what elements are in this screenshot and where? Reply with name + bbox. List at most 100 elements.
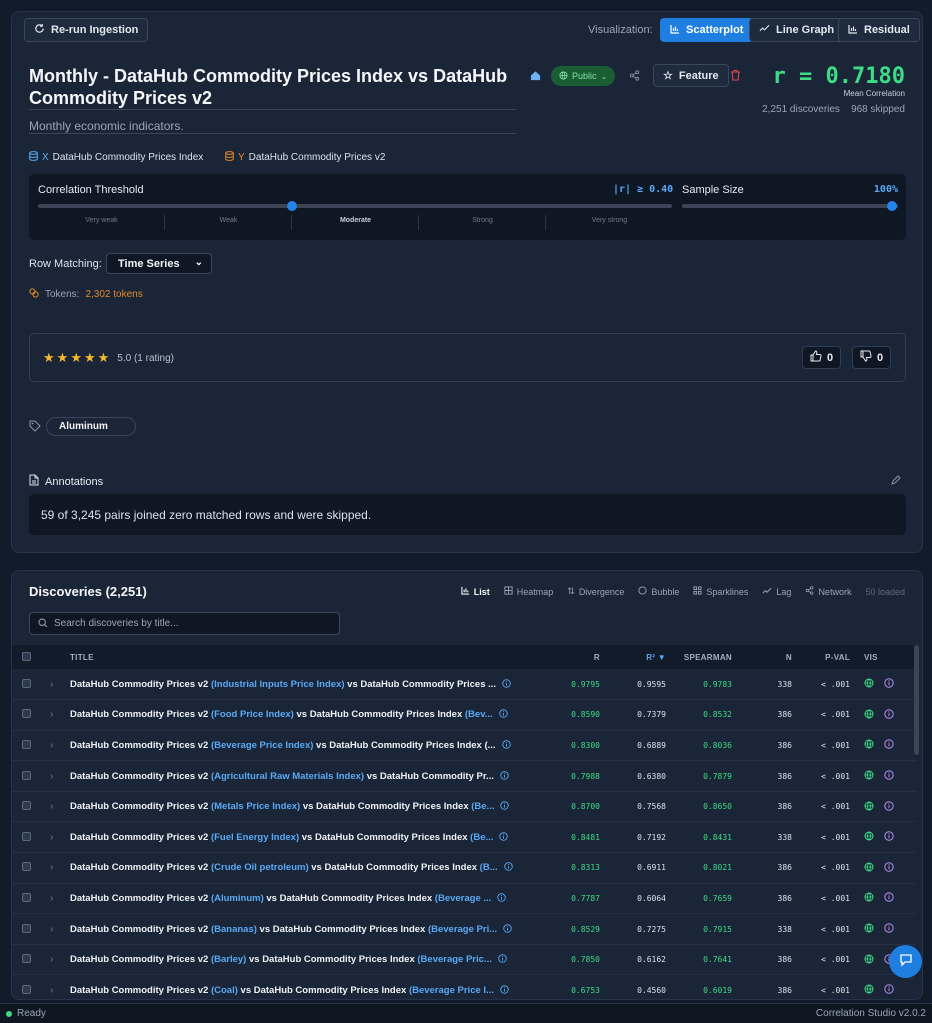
table-row[interactable]: › DataHub Commodity Prices v2 (Crude Oil …	[12, 853, 916, 884]
globe-icon[interactable]	[864, 739, 874, 751]
chevron-right-icon[interactable]: ›	[50, 740, 53, 751]
info-icon[interactable]	[498, 709, 508, 720]
table-row[interactable]: › DataHub Commodity Prices v2 (Barley) vs…	[12, 944, 916, 975]
info-icon[interactable]	[499, 832, 509, 843]
details-icon[interactable]	[884, 800, 894, 813]
info-icon[interactable]	[503, 862, 513, 873]
table-row[interactable]: › DataHub Commodity Prices v2 (Coal) vs D…	[12, 975, 916, 999]
edit-icon[interactable]	[891, 474, 901, 488]
row-title[interactable]: DataHub Commodity Prices v2 (Coal) vs Da…	[70, 985, 494, 996]
details-icon[interactable]	[884, 862, 894, 874]
table-row[interactable]: › DataHub Commodity Prices v2 (Food Price…	[12, 700, 916, 731]
chevron-right-icon[interactable]: ›	[50, 771, 53, 782]
select-all-checkbox[interactable]	[22, 651, 31, 661]
globe-icon[interactable]	[864, 709, 874, 721]
info-icon[interactable]	[501, 740, 511, 751]
col-r2[interactable]: R² ▼	[600, 645, 666, 669]
thumbs-down-button[interactable]: 0	[852, 346, 892, 369]
row-title[interactable]: DataHub Commodity Prices v2 (Fuel Energy…	[70, 832, 493, 843]
details-icon[interactable]	[884, 923, 894, 935]
view-sparklines[interactable]: Sparklines	[693, 586, 748, 597]
row-checkbox[interactable]	[22, 862, 31, 872]
globe-icon[interactable]	[864, 923, 874, 935]
chevron-right-icon[interactable]: ›	[50, 924, 53, 935]
info-icon[interactable]	[502, 678, 511, 690]
view-lag[interactable]: Lag	[762, 587, 791, 597]
chat-button[interactable]	[889, 945, 922, 978]
row-checkbox[interactable]	[22, 801, 31, 811]
star-icon[interactable]: ★	[43, 350, 55, 366]
col-title[interactable]: TITLE	[70, 645, 530, 669]
row-title[interactable]: DataHub Commodity Prices v2 (Aluminum) v…	[70, 893, 491, 904]
info-icon[interactable]	[497, 893, 507, 904]
star-icon[interactable]: ★	[84, 350, 96, 366]
details-icon[interactable]	[884, 831, 894, 843]
row-checkbox[interactable]	[22, 984, 31, 994]
row-checkbox[interactable]	[22, 678, 31, 688]
info-icon[interactable]	[500, 801, 510, 812]
row-title[interactable]: DataHub Commodity Prices v2 (Food Price …	[70, 709, 493, 720]
info-icon[interactable]	[498, 954, 507, 965]
trash-icon[interactable]	[730, 69, 741, 84]
info-icon[interactable]	[500, 985, 509, 996]
col-vis[interactable]: VIS	[850, 645, 916, 669]
row-title[interactable]: DataHub Commodity Prices v2 (Beverage Pr…	[70, 740, 496, 751]
visibility-dropdown[interactable]: Public ⌄	[551, 66, 616, 86]
table-scrollbar[interactable]	[914, 645, 919, 755]
globe-icon[interactable]	[864, 954, 874, 966]
chevron-right-icon[interactable]: ›	[50, 709, 53, 720]
residual-button[interactable]: Residual	[838, 18, 920, 42]
row-title[interactable]: DataHub Commodity Prices v2 (Barley) vs …	[70, 954, 492, 965]
scatterplot-button[interactable]: Scatterplot	[660, 18, 754, 42]
sample-size-slider-handle[interactable]	[887, 201, 897, 211]
table-row[interactable]: › DataHub Commodity Prices v2 (Aluminum) …	[12, 883, 916, 914]
table-row[interactable]: › DataHub Commodity Prices v2 (Fuel Energ…	[12, 822, 916, 853]
globe-icon[interactable]	[864, 892, 874, 904]
details-icon[interactable]	[884, 709, 894, 721]
chevron-right-icon[interactable]: ›	[50, 985, 53, 996]
col-r[interactable]: R	[530, 645, 600, 669]
view-list[interactable]: List	[461, 586, 490, 597]
table-row[interactable]: › DataHub Commodity Prices v2 (Beverage P…	[12, 730, 916, 761]
rerun-ingestion-button[interactable]: Re-run Ingestion	[24, 18, 149, 42]
view-bubble[interactable]: Bubble	[638, 586, 679, 597]
row-checkbox[interactable]	[22, 892, 31, 902]
info-icon[interactable]	[503, 923, 512, 935]
view-heatmap[interactable]: Heatmap	[504, 586, 553, 597]
row-checkbox[interactable]	[22, 923, 31, 933]
row-checkbox[interactable]	[22, 739, 31, 749]
details-icon[interactable]	[884, 984, 894, 996]
threshold-slider-handle[interactable]	[286, 201, 297, 211]
chevron-right-icon[interactable]: ›	[50, 862, 53, 873]
chevron-right-icon[interactable]: ›	[50, 801, 53, 812]
row-title[interactable]: DataHub Commodity Prices v2 (Bananas) vs…	[70, 924, 497, 935]
search-input[interactable]	[54, 618, 324, 629]
thumbs-up-button[interactable]: 0	[802, 346, 842, 369]
col-spearman[interactable]: SPEARMAN	[666, 645, 732, 669]
details-icon[interactable]	[884, 678, 894, 690]
sample-size-slider[interactable]	[682, 201, 898, 211]
view-divergence[interactable]: ⇅ Divergence	[567, 586, 624, 597]
row-title[interactable]: DataHub Commodity Prices v2 (Crude Oil p…	[70, 862, 498, 873]
table-row[interactable]: › DataHub Commodity Prices v2 (Agricultur…	[12, 761, 916, 792]
row-checkbox[interactable]	[22, 770, 31, 780]
chevron-right-icon[interactable]: ›	[50, 679, 53, 690]
line-graph-button[interactable]: Line Graph	[749, 18, 845, 42]
star-icon[interactable]: ★	[57, 350, 69, 366]
chevron-right-icon[interactable]: ›	[50, 954, 53, 965]
globe-icon[interactable]	[864, 984, 874, 996]
chevron-right-icon[interactable]: ›	[50, 893, 53, 904]
row-checkbox[interactable]	[22, 954, 31, 964]
feature-button[interactable]: ☆ Feature	[653, 64, 729, 87]
star-icon[interactable]: ★	[98, 350, 110, 366]
details-icon[interactable]	[884, 739, 894, 751]
home-icon[interactable]	[530, 70, 541, 84]
chevron-right-icon[interactable]: ›	[50, 832, 53, 843]
row-title[interactable]: DataHub Commodity Prices v2 (Industrial …	[70, 679, 496, 690]
row-checkbox[interactable]	[22, 709, 31, 719]
row-matching-select[interactable]: Time Series ⌄	[106, 253, 212, 274]
threshold-slider[interactable]	[38, 201, 672, 211]
row-title[interactable]: DataHub Commodity Prices v2 (Agricultura…	[70, 771, 494, 782]
globe-icon[interactable]	[864, 862, 874, 874]
star-icon[interactable]: ★	[70, 350, 82, 366]
